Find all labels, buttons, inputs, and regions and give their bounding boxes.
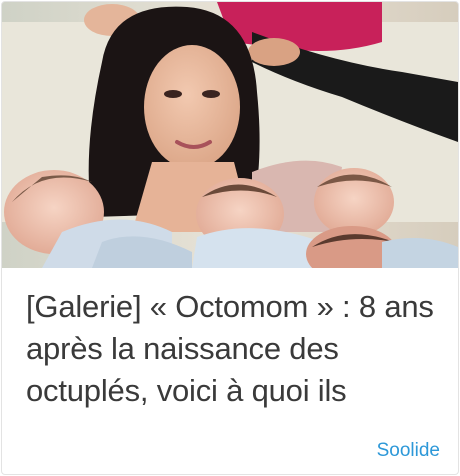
- source-link[interactable]: Soolide: [377, 440, 440, 462]
- article-image[interactable]: [2, 2, 458, 268]
- article-title[interactable]: [Galerie] « Octomom » : 8 ans après la n…: [26, 286, 442, 412]
- article-card[interactable]: [Galerie] « Octomom » : 8 ans après la n…: [1, 1, 459, 475]
